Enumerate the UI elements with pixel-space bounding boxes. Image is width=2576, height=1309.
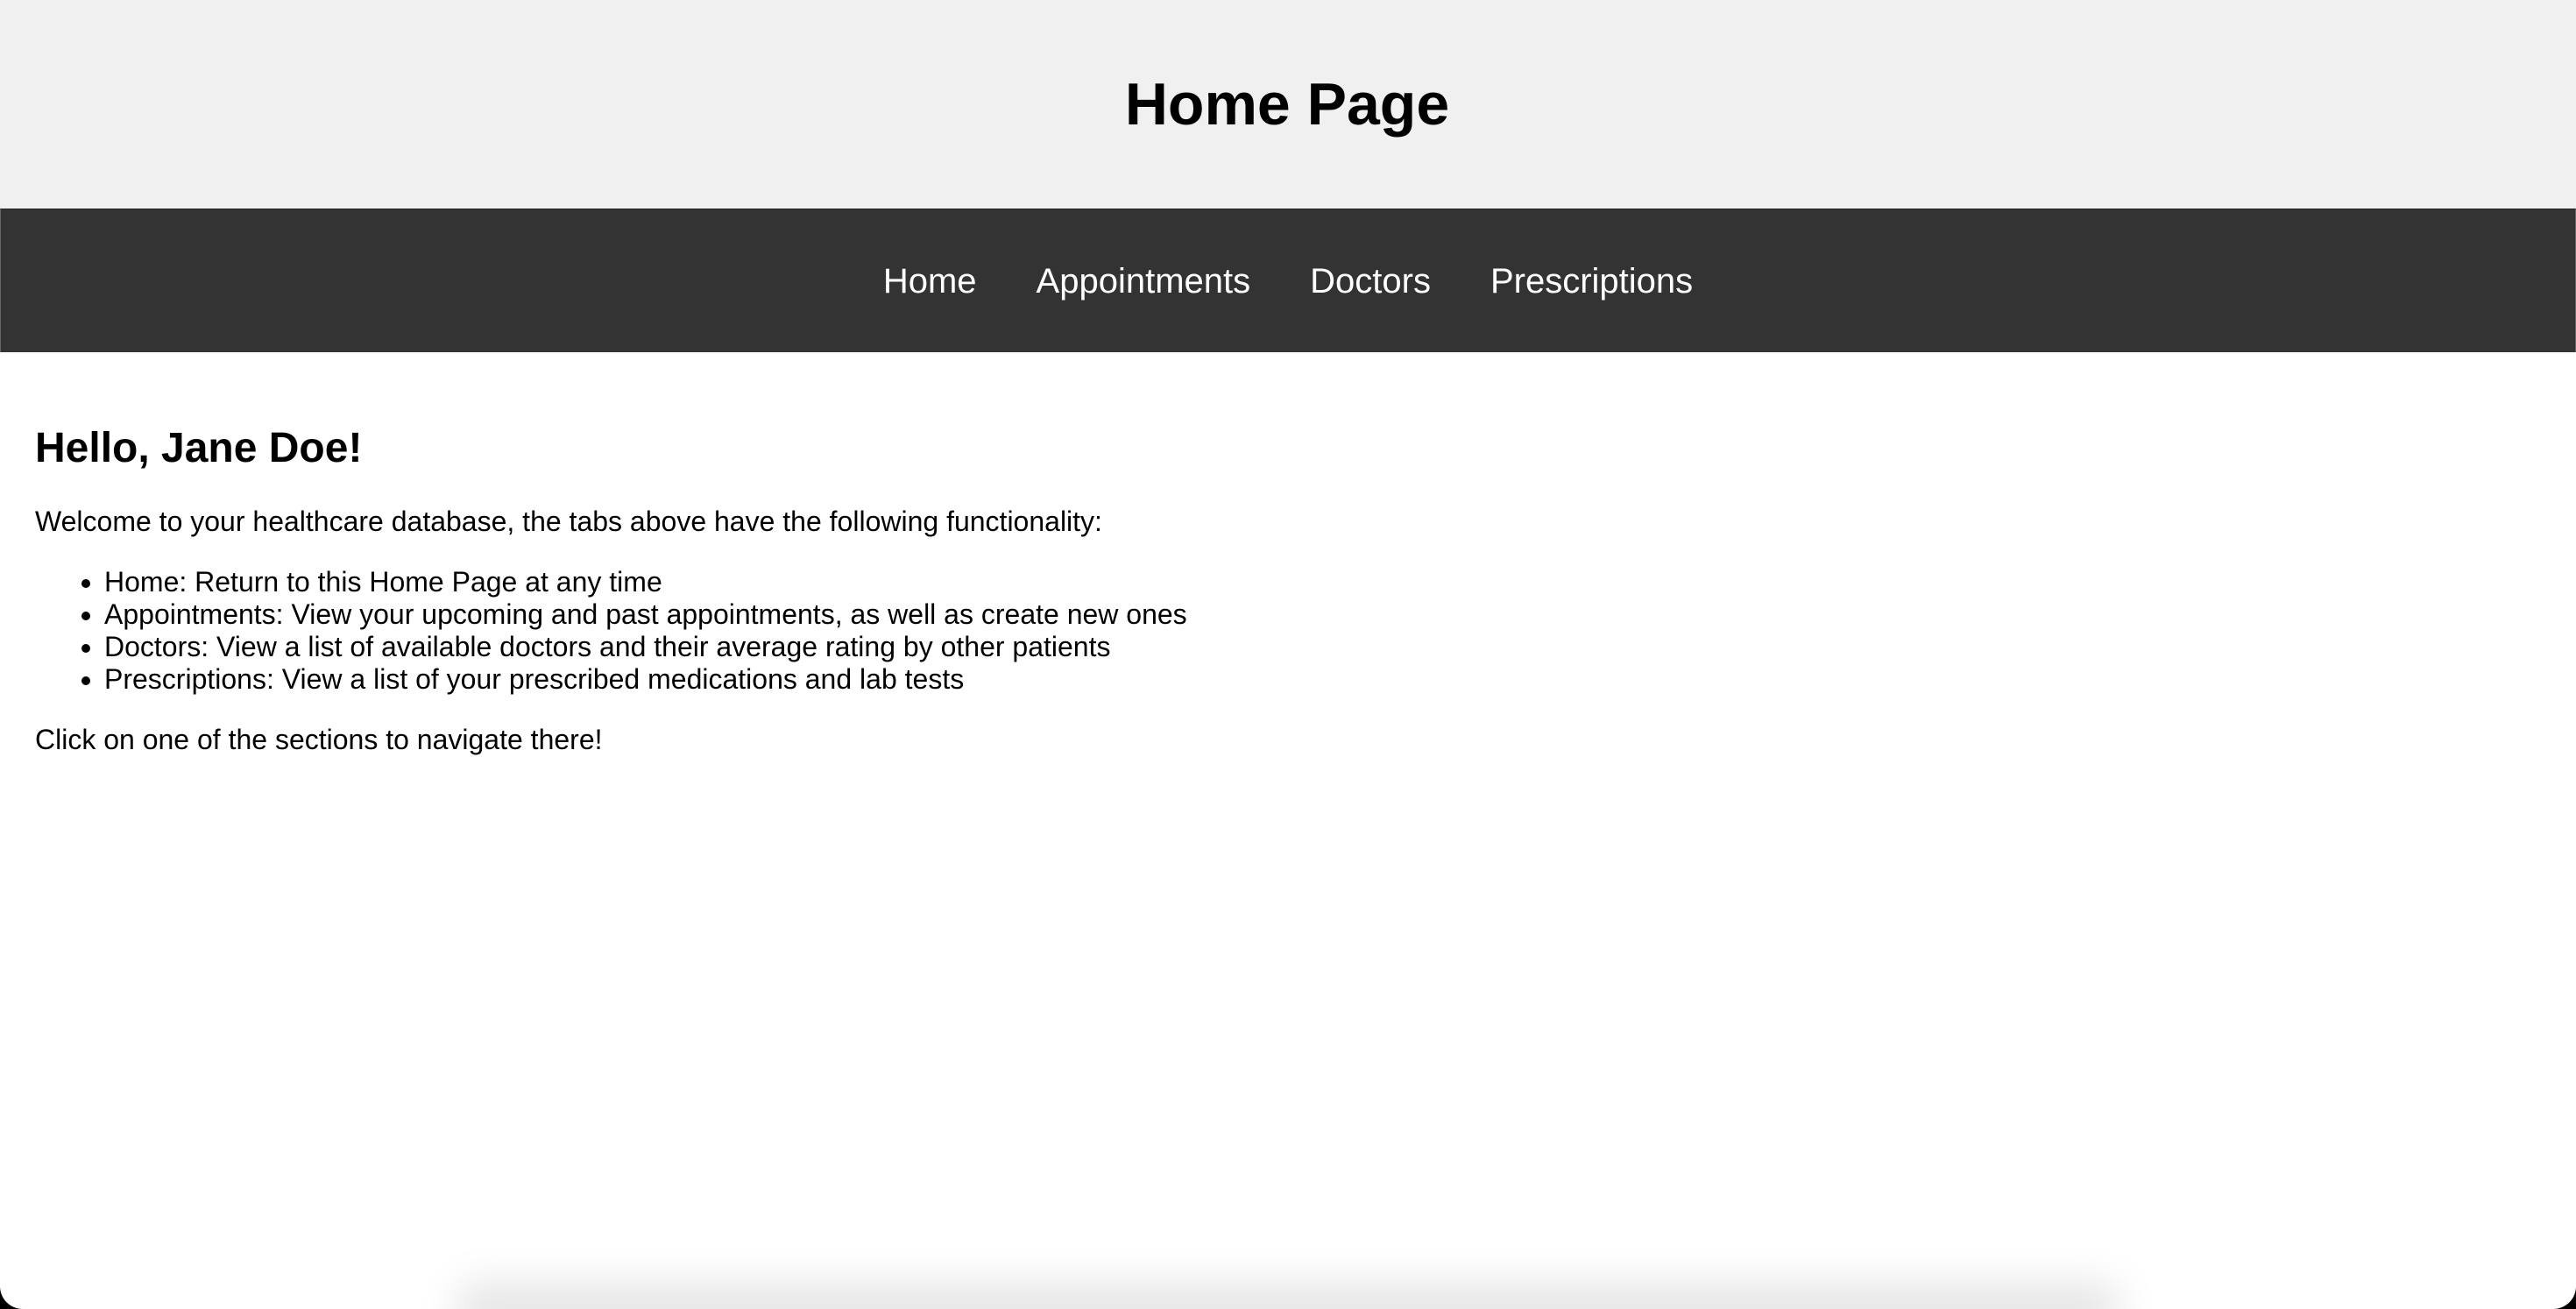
main-content: Hello, Jane Doe! Welcome to your healthc… [0, 425, 2576, 755]
nav-link-appointments[interactable]: Appointments [1007, 264, 1281, 299]
browser-page: Home Page Home Appointments Doctors Pres… [0, 0, 2576, 1309]
main-navigation: Home Appointments Doctors Prescriptions [0, 209, 2576, 352]
outro-text: Click on one of the sections to navigate… [35, 723, 603, 755]
feature-item-appointments: Appointments: View your upcoming and pas… [104, 598, 2541, 631]
nav-link-home[interactable]: Home [853, 264, 1007, 299]
greeting-heading: Hello, Jane Doe! [35, 425, 363, 471]
intro-text: Welcome to your healthcare database, the… [35, 505, 1102, 537]
page-title: Home Page [1124, 71, 1450, 138]
window-shadow [456, 1283, 2120, 1309]
feature-list: Home: Return to this Home Page at any ti… [35, 566, 2541, 696]
feature-item-doctors: Doctors: View a list of available doctor… [104, 631, 2541, 663]
nav-item-appointments: Appointments [1007, 264, 1281, 299]
nav-item-home: Home [853, 264, 1007, 299]
site-header: Home Page [0, 0, 2576, 209]
feature-item-prescriptions: Prescriptions: View a list of your presc… [104, 663, 2541, 696]
feature-item-home: Home: Return to this Home Page at any ti… [104, 566, 2541, 598]
nav-item-prescriptions: Prescriptions [1461, 264, 1723, 299]
nav-link-doctors[interactable]: Doctors [1280, 264, 1461, 299]
nav-link-prescriptions[interactable]: Prescriptions [1461, 264, 1723, 299]
nav-list: Home Appointments Doctors Prescriptions [853, 264, 1723, 299]
nav-item-doctors: Doctors [1280, 264, 1461, 299]
